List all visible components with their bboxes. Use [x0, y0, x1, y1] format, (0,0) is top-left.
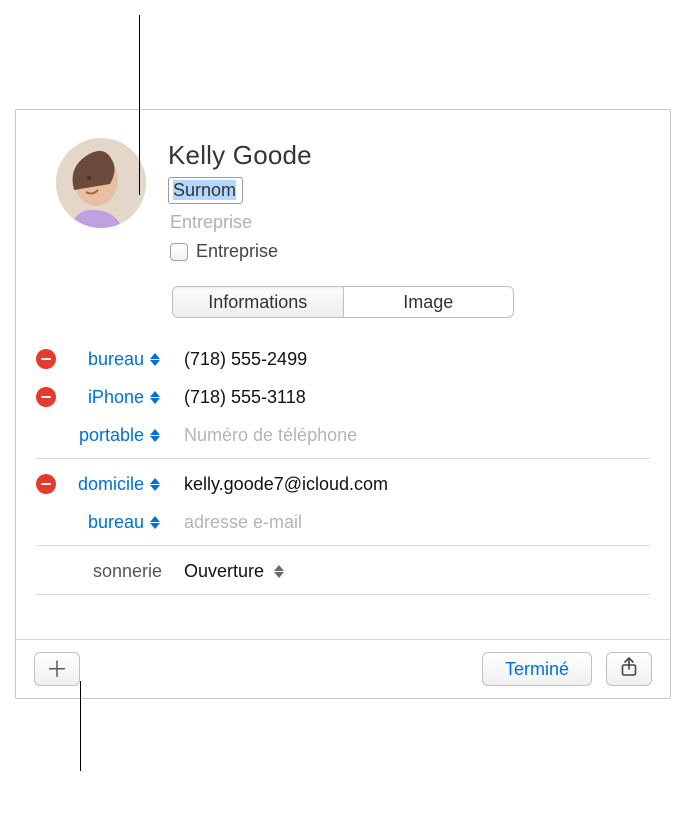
chevron-up-down-icon [148, 516, 162, 529]
nickname-input[interactable]: Surnom [168, 177, 243, 204]
callout-line-bottom [80, 681, 81, 771]
phone-row: portable Numéro de téléphone [36, 416, 650, 454]
contact-card: Kelly Goode Surnom Entreprise Entreprise… [15, 109, 671, 699]
field-label-text: iPhone [88, 387, 144, 408]
fields-area: bureau (718) 555-2499 iPhone [16, 340, 670, 639]
field-label-select[interactable]: bureau [60, 349, 166, 370]
ringtone-label: sonnerie [60, 561, 166, 582]
done-button[interactable]: Terminé [482, 652, 592, 686]
ringtone-row: sonnerie Ouverture [36, 552, 650, 590]
chevron-up-down-icon [148, 391, 162, 404]
company-checkbox[interactable] [170, 243, 188, 261]
phone-value[interactable]: (718) 555-2499 [166, 349, 307, 370]
chevron-up-down-icon [148, 478, 162, 491]
phone-row: iPhone (718) 555-3118 [36, 378, 650, 416]
email-value[interactable]: kelly.goode7@icloud.com [166, 474, 388, 495]
callout-line-top [139, 15, 140, 195]
segmented-control: Informations Image [172, 286, 514, 318]
truncated-row [36, 601, 650, 639]
name-block: Kelly Goode Surnom Entreprise Entreprise [168, 138, 312, 262]
tab-image[interactable]: Image [343, 287, 514, 317]
bottom-bar: ＋ Terminé [16, 639, 670, 698]
tab-informations[interactable]: Informations [173, 287, 343, 317]
field-label-text: bureau [88, 512, 144, 533]
contact-name[interactable]: Kelly Goode [168, 140, 312, 171]
section-divider [36, 458, 650, 459]
share-icon [620, 657, 638, 682]
field-label-select[interactable]: portable [60, 425, 166, 446]
delete-button[interactable] [36, 349, 56, 369]
field-label-select[interactable]: bureau [60, 512, 166, 533]
avatar-image [56, 138, 146, 228]
field-label-text: portable [79, 425, 144, 446]
share-button[interactable] [606, 652, 652, 686]
ringtone-select[interactable]: Ouverture [166, 561, 286, 582]
add-button[interactable]: ＋ [34, 652, 80, 686]
section-divider [36, 545, 650, 546]
email-row: bureau adresse e-mail [36, 503, 650, 541]
company-checkbox-row: Entreprise [168, 241, 312, 262]
company-placeholder[interactable]: Entreprise [168, 212, 312, 233]
delete-button[interactable] [36, 474, 56, 494]
avatar[interactable] [56, 138, 146, 228]
email-row: domicile kelly.goode7@icloud.com [36, 465, 650, 503]
nickname-placeholder: Surnom [173, 180, 236, 200]
chevron-up-down-icon [272, 565, 286, 578]
section-divider [36, 594, 650, 595]
field-label-select[interactable]: domicile [60, 474, 166, 495]
email-placeholder[interactable]: adresse e-mail [166, 512, 302, 533]
phone-value[interactable]: (718) 555-3118 [166, 387, 306, 408]
phone-row: bureau (718) 555-2499 [36, 340, 650, 378]
chevron-up-down-icon [148, 353, 162, 366]
field-label-select[interactable]: iPhone [60, 387, 166, 408]
phone-placeholder[interactable]: Numéro de téléphone [166, 425, 357, 446]
company-checkbox-label: Entreprise [196, 241, 278, 262]
field-label-text: bureau [88, 349, 144, 370]
delete-button[interactable] [36, 387, 56, 407]
card-header: Kelly Goode Surnom Entreprise Entreprise [16, 138, 670, 272]
field-label-text: domicile [78, 474, 144, 495]
ringtone-value: Ouverture [184, 561, 264, 582]
plus-icon: ＋ [46, 652, 68, 684]
chevron-up-down-icon [148, 429, 162, 442]
